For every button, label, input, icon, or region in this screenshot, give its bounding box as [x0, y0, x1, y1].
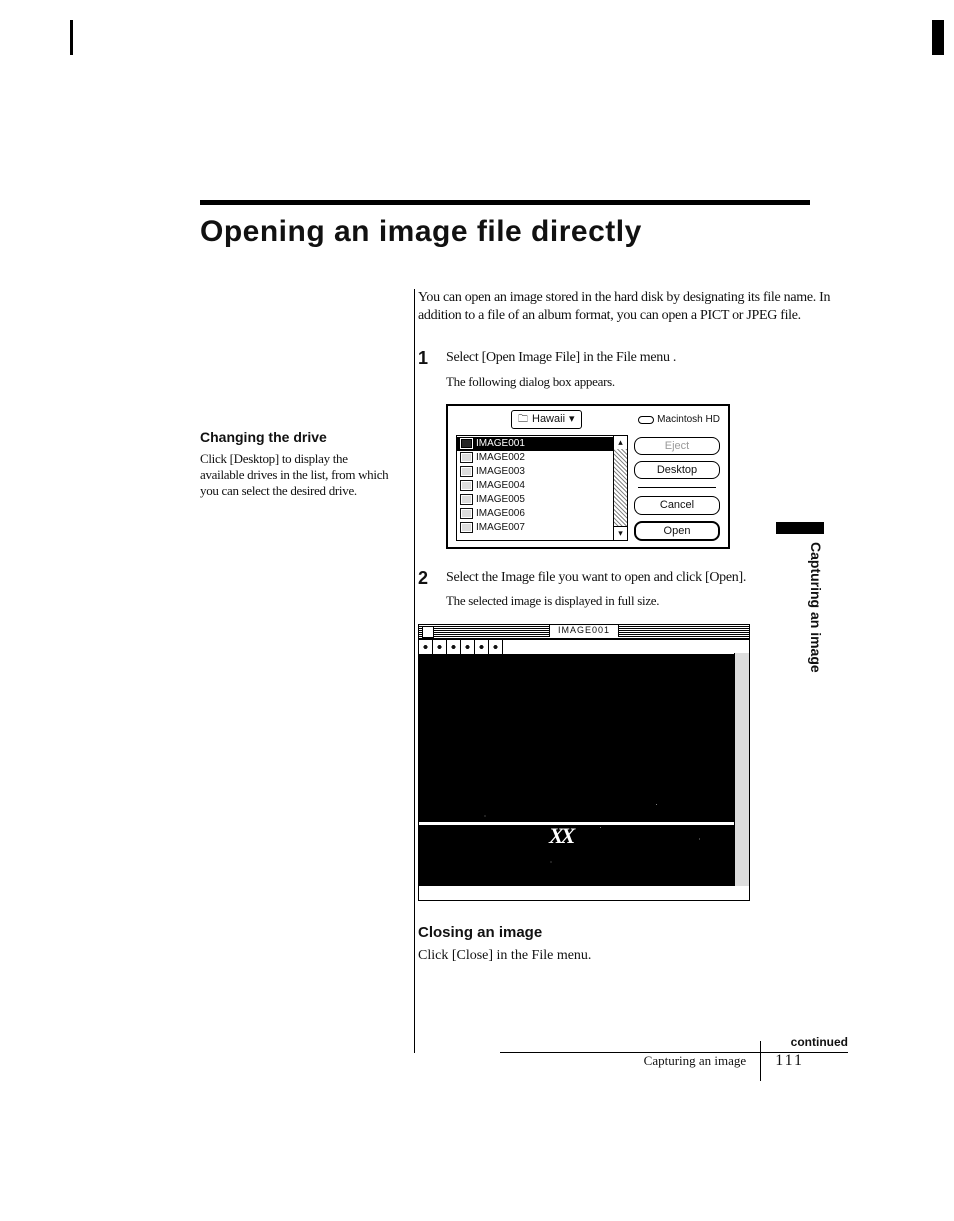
window-title: IMAGE001	[549, 625, 619, 637]
toolbar-tool-icon[interactable]	[461, 640, 475, 654]
page-footer: Capturing an image 111	[644, 1041, 804, 1081]
eject-button[interactable]: Eject	[634, 437, 720, 455]
open-button[interactable]: Open	[634, 521, 720, 541]
scroll-track[interactable]	[613, 449, 627, 527]
folder-icon: 🗀	[518, 413, 528, 426]
manual-page: Opening an image file directly Changing …	[0, 0, 954, 1221]
toolbar-tool-icon[interactable]	[475, 640, 489, 654]
column-divider	[414, 289, 415, 1053]
file-name: IMAGE007	[476, 521, 525, 534]
image-content	[419, 655, 749, 885]
file-row[interactable]: IMAGE004	[457, 479, 614, 493]
file-name: IMAGE005	[476, 493, 525, 506]
file-list: IMAGE001 IMAGE002 IMAGE003	[457, 436, 614, 536]
scroll-up-arrow[interactable]: ▴	[613, 436, 627, 450]
window-toolbar	[419, 640, 749, 655]
file-row[interactable]: IMAGE007	[457, 521, 614, 535]
section-tab-mark	[776, 522, 824, 534]
document-icon	[460, 438, 473, 449]
content-columns: Changing the drive Click [Desktop] to di…	[200, 289, 820, 1053]
document-icon	[460, 494, 473, 505]
cancel-button[interactable]: Cancel	[634, 496, 720, 514]
desktop-button[interactable]: Desktop	[634, 461, 720, 479]
image-content-line	[419, 822, 749, 825]
footer-section-name: Capturing an image	[644, 1053, 747, 1069]
file-row[interactable]: IMAGE006	[457, 507, 614, 521]
step-body: Select the Image file you want to open a…	[446, 569, 848, 616]
page-number: 111	[775, 1052, 804, 1070]
toolbar-tool-icon[interactable]	[419, 640, 433, 654]
step-body: Select [Open Image File] in the File men…	[446, 349, 848, 396]
file-list-pane[interactable]: ▴ ▾ IMAGE001 IMAGE002	[456, 435, 628, 541]
scan-mark-right	[932, 20, 944, 55]
sidebar-heading: Changing the drive	[200, 429, 390, 447]
folder-dropdown[interactable]: 🗀 Hawaii ▾	[511, 410, 582, 428]
toolbar-tool-icon[interactable]	[433, 640, 447, 654]
image-window-figure: IMAGE001 XX	[418, 624, 750, 901]
file-name: IMAGE004	[476, 479, 525, 492]
dialog-buttons: Eject Desktop Cancel Open	[634, 435, 720, 541]
step-text: Select [Open Image File] in the File men…	[446, 349, 848, 367]
step-number: 1	[418, 349, 440, 396]
step-subtext: The selected image is displayed in full …	[446, 593, 848, 610]
dropdown-arrow-icon: ▾	[569, 412, 575, 426]
title-rule	[200, 200, 810, 205]
file-name: IMAGE002	[476, 451, 525, 464]
step-2: 2 Select the Image file you want to open…	[418, 569, 848, 616]
window-titlebar[interactable]: IMAGE001	[419, 625, 749, 640]
file-name: IMAGE006	[476, 507, 525, 520]
disk-name: Macintosh HD	[657, 413, 720, 426]
folder-name: Hawaii	[532, 412, 565, 426]
document-icon	[460, 480, 473, 491]
dialog-top-row: 🗀 Hawaii ▾ Macintosh HD	[448, 406, 728, 432]
sidebar-text: Click [Desktop] to display the available…	[200, 451, 390, 500]
button-separator	[638, 487, 716, 488]
file-row[interactable]: IMAGE003	[457, 465, 614, 479]
file-row[interactable]: IMAGE005	[457, 493, 614, 507]
file-name: IMAGE001	[476, 437, 525, 450]
file-name: IMAGE003	[476, 465, 525, 478]
document-icon	[460, 466, 473, 477]
intro-text: You can open an image stored in the hard…	[418, 289, 848, 325]
file-row[interactable]: IMAGE001	[457, 437, 614, 451]
page-title: Opening an image file directly	[200, 215, 894, 249]
dialog-body: ▴ ▾ IMAGE001 IMAGE002	[448, 433, 728, 547]
window-vscrollbar[interactable]	[734, 653, 749, 886]
file-row[interactable]: IMAGE002	[457, 451, 614, 465]
document-icon	[460, 522, 473, 533]
step-number: 2	[418, 569, 440, 616]
toolbar-tool-icon[interactable]	[489, 640, 503, 654]
image-content-figures: XX	[549, 822, 572, 851]
scroll-down-arrow[interactable]: ▾	[613, 526, 627, 540]
step-text: Select the Image file you want to open a…	[446, 569, 848, 587]
main-column: You can open an image stored in the hard…	[418, 289, 848, 1053]
disk-icon	[638, 416, 654, 424]
step-subtext: The following dialog box appears.	[446, 374, 848, 391]
intro-block: You can open an image stored in the hard…	[418, 289, 848, 325]
window-hscrollbar[interactable]	[419, 885, 749, 900]
closing-section: Closing an image Click [Close] in the Fi…	[418, 923, 848, 965]
disk-indicator: Macintosh HD	[638, 413, 720, 426]
document-icon	[460, 508, 473, 519]
footer-divider	[760, 1041, 761, 1081]
image-canvas: XX	[419, 655, 749, 885]
step-1: 1 Select [Open Image File] in the File m…	[418, 349, 848, 396]
closing-text: Click [Close] in the File menu.	[418, 947, 848, 965]
closing-heading: Closing an image	[418, 923, 848, 943]
sidebar-column: Changing the drive Click [Desktop] to di…	[200, 289, 390, 1053]
scan-mark-left	[70, 20, 73, 55]
section-tab-label: Capturing an image	[808, 542, 824, 673]
window-close-box[interactable]	[422, 626, 434, 638]
document-icon	[460, 452, 473, 463]
open-dialog-figure: 🗀 Hawaii ▾ Macintosh HD ▴ ▾	[446, 404, 730, 548]
toolbar-tool-icon[interactable]	[447, 640, 461, 654]
